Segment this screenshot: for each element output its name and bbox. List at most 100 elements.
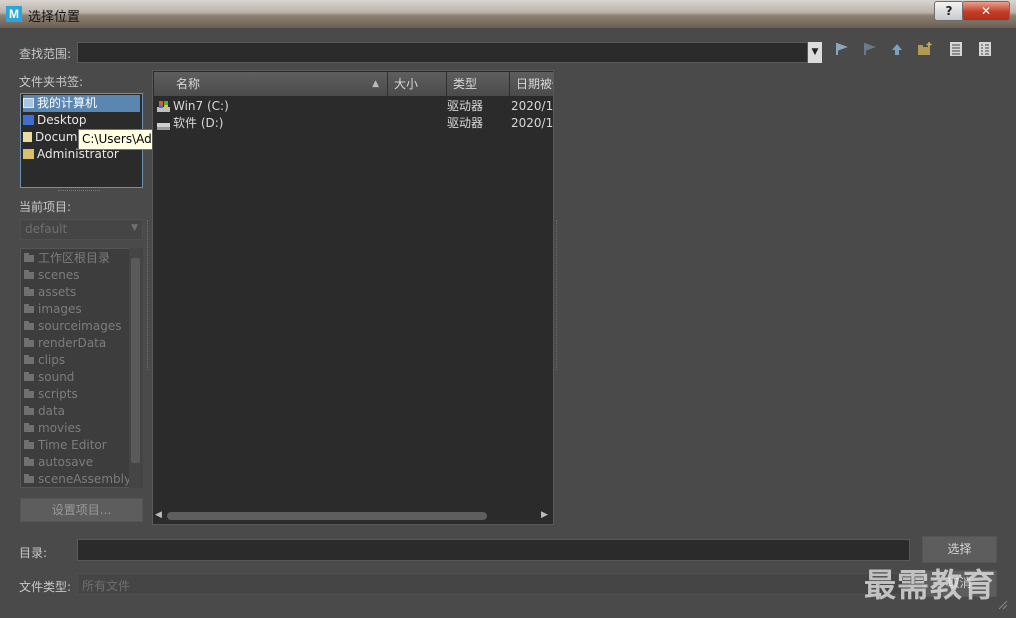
bookmark-documents[interactable]: Docum	[23, 129, 77, 146]
project-folder-list[interactable]: 工作区根目录 scenes assets images sourceimages rend…	[20, 248, 143, 488]
look-in-label: 查找范围:	[19, 47, 72, 61]
help-button[interactable]: ?	[934, 1, 964, 21]
project-folder-item[interactable]: autosave	[24, 454, 93, 471]
project-folder-label: sceneAssembly	[38, 472, 132, 486]
column-label: 日期被修	[516, 77, 553, 91]
column-header-type[interactable]: 类型	[447, 72, 510, 96]
folder-icon	[24, 372, 34, 381]
project-folder-item[interactable]: sourceimages	[24, 318, 121, 335]
folder-icon	[24, 389, 34, 398]
scroll-left-icon[interactable]: ◀	[155, 510, 162, 520]
project-folder-label: 工作区根目录	[38, 251, 111, 265]
close-button[interactable]: ✕	[962, 1, 1010, 21]
column-header-size[interactable]: 大小	[388, 72, 447, 96]
project-folder-item[interactable]: images	[24, 301, 82, 318]
project-folder-label: images	[38, 302, 82, 316]
project-folder-item[interactable]: sceneAssembly	[24, 471, 132, 487]
cell-date: 2020/12	[511, 99, 553, 113]
table-row[interactable]: 软件 (D:) 驱动器 2020/12	[154, 115, 554, 132]
folder-icon	[24, 304, 34, 313]
horizontal-scroll-thumb[interactable]	[167, 512, 487, 520]
column-label: 名称	[176, 77, 201, 91]
project-combo[interactable]: default ▼	[20, 219, 143, 240]
folder-icon	[24, 406, 34, 415]
project-folder-label: renderData	[38, 336, 107, 350]
project-folder-item[interactable]: data	[24, 403, 65, 420]
column-label: 大小	[394, 77, 419, 91]
table-row[interactable]: Win7 (C:) 驱动器 2020/12	[154, 98, 554, 115]
drive-c-icon	[156, 100, 170, 112]
project-folder-item[interactable]: Time Editor	[24, 437, 107, 454]
folder-icon	[24, 321, 34, 330]
file-type-label: 文件类型:	[19, 580, 72, 594]
scroll-right-icon[interactable]: ▶	[541, 510, 548, 520]
folder-icon	[24, 253, 34, 262]
directory-input[interactable]	[77, 539, 910, 561]
folder-icon	[24, 474, 34, 483]
project-folder-item[interactable]: renderData	[24, 335, 106, 352]
column-header-name[interactable]: 名称 ▲	[154, 72, 388, 96]
cell-name: Win7 (C:)	[173, 99, 229, 113]
cell-type: 驱动器	[447, 99, 484, 113]
look-in-dropdown-icon[interactable]: ▼	[808, 42, 822, 63]
column-label: 类型	[453, 77, 478, 91]
bookmarks-label: 文件夹书签:	[19, 75, 84, 89]
bookmark-label: Docum	[35, 130, 78, 144]
cell-type: 驱动器	[447, 116, 484, 130]
column-header-date[interactable]: 日期被修	[510, 72, 553, 96]
project-folder-label: sourceimages	[38, 319, 122, 333]
right-splitter[interactable]	[556, 220, 559, 370]
folder-icon	[24, 457, 34, 466]
maya-app-icon: M	[6, 6, 22, 22]
cell-date: 2020/12	[511, 116, 553, 130]
bookmark-label: 我的计算机	[37, 96, 98, 110]
project-folder-item[interactable]: movies	[24, 420, 81, 437]
forward-bookmark-icon[interactable]	[859, 42, 879, 62]
resize-grip-icon[interactable]	[996, 598, 1008, 610]
project-folder-item[interactable]: scripts	[24, 386, 78, 403]
folder-icon	[24, 270, 34, 279]
computer-icon	[23, 98, 34, 108]
splitter-handle[interactable]	[58, 190, 100, 193]
list-view-icon[interactable]	[946, 42, 966, 62]
folder-icon	[24, 440, 34, 449]
up-folder-icon[interactable]	[887, 42, 907, 62]
project-folder-label: assets	[38, 285, 77, 299]
project-folder-item[interactable]: scenes	[24, 267, 79, 284]
select-button[interactable]: 选择	[922, 536, 997, 563]
directory-label: 目录:	[19, 546, 48, 560]
bookmark-my-computer[interactable]: 我的计算机	[23, 95, 140, 112]
user-folder-icon	[23, 149, 34, 159]
set-project-button[interactable]: 设置项目...	[20, 498, 143, 522]
folder-icon	[24, 423, 34, 432]
drive-d-icon	[156, 118, 170, 130]
bookmark-desktop[interactable]: Desktop	[23, 112, 87, 129]
project-list-scrollbar[interactable]	[129, 248, 143, 488]
desktop-icon	[23, 115, 34, 125]
title-bar: M 选择位置 ? ✕	[0, 0, 1016, 28]
left-splitter[interactable]	[147, 220, 150, 370]
project-list-scroll-thumb[interactable]	[131, 258, 140, 463]
file-type-combo[interactable]: 所有文件	[77, 573, 910, 595]
project-folder-label: scripts	[38, 387, 78, 401]
project-folder-label: clips	[38, 353, 66, 367]
project-folder-item[interactable]: 工作区根目录	[24, 250, 110, 267]
new-folder-icon[interactable]	[915, 42, 935, 62]
horizontal-scrollbar[interactable]: ◀ ▶	[154, 509, 552, 523]
file-type-value: 所有文件	[82, 579, 131, 593]
folder-icon	[24, 338, 34, 347]
look-in-combo[interactable]	[77, 42, 808, 63]
project-folder-item[interactable]: sound	[24, 369, 74, 386]
watermark: 最需教育	[864, 566, 997, 604]
window-title: 选择位置	[28, 10, 81, 25]
project-folder-label: movies	[38, 421, 82, 435]
file-list-panel[interactable]: 名称 ▲ 大小 类型 日期被修 Win7 (C:) 驱动器 2020/12 软件…	[152, 70, 554, 525]
project-folder-item[interactable]: clips	[24, 352, 65, 369]
document-icon	[23, 132, 32, 142]
project-folder-label: sound	[38, 370, 75, 384]
sort-ascending-icon: ▲	[372, 79, 379, 89]
project-folder-item[interactable]: assets	[24, 284, 76, 301]
back-bookmark-icon[interactable]	[831, 42, 851, 62]
detail-view-icon[interactable]	[975, 42, 995, 62]
project-dropdown-icon: ▼	[131, 223, 138, 233]
